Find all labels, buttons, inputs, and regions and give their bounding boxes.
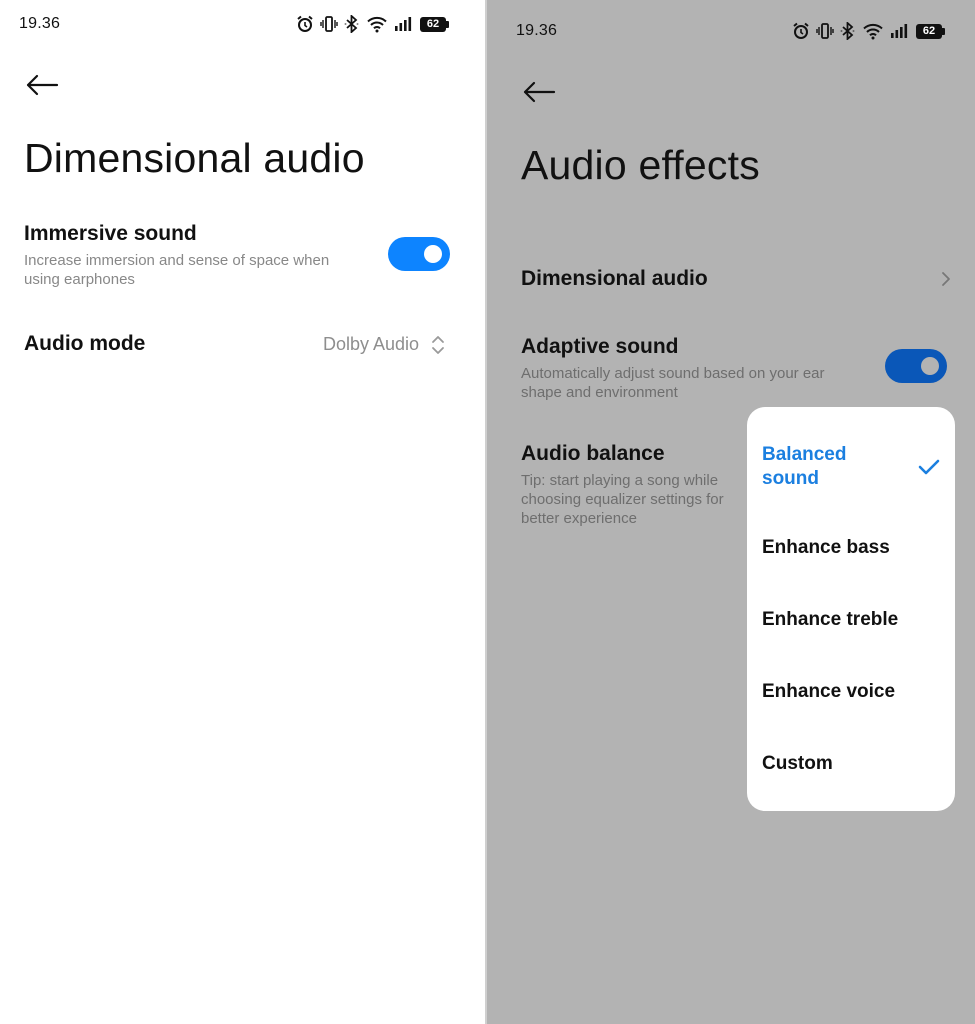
vibrate-icon xyxy=(816,22,834,40)
alarm-icon xyxy=(296,15,314,33)
dimensional-audio-title: Dimensional audio xyxy=(521,267,708,290)
audio-balance-menu: Balanced sound Enhance bass Enhance treb… xyxy=(747,407,955,811)
adaptive-sound-toggle[interactable] xyxy=(885,349,947,383)
page-title: Dimensional audio xyxy=(24,135,365,181)
immersive-sound-row: Immersive sound Increase immersion and s… xyxy=(24,222,364,289)
wifi-icon xyxy=(366,15,388,33)
status-icons: 62 xyxy=(296,15,449,33)
up-down-chevron-icon xyxy=(432,335,444,354)
adaptive-sound-title: Adaptive sound xyxy=(521,335,679,358)
status-icons: 62 xyxy=(792,22,945,40)
immersive-sound-toggle[interactable] xyxy=(388,237,450,271)
audio-mode-value: Dolby Audio xyxy=(323,334,420,354)
battery-icon: 62 xyxy=(420,16,449,32)
audio-mode-selector[interactable]: Dolby Audio xyxy=(323,332,445,357)
dimensional-audio-screen: 19.36 62 Dimensional audio Immersive sou… xyxy=(0,0,485,1024)
menu-item-custom[interactable]: Custom xyxy=(762,751,940,777)
audio-mode-title: Audio mode xyxy=(24,332,146,355)
menu-item-balanced-sound[interactable]: Balanced sound xyxy=(762,442,940,492)
signal-icon xyxy=(394,15,414,33)
back-button[interactable] xyxy=(522,77,562,107)
dimensional-audio-row[interactable]: Dimensional audio xyxy=(521,265,951,293)
status-time: 19.36 xyxy=(516,22,558,39)
immersive-sound-title: Immersive sound xyxy=(24,222,197,245)
menu-item-label: Enhance treble xyxy=(762,609,899,630)
status-bar: 19.36 62 xyxy=(0,11,485,37)
audio-balance-row[interactable]: Audio balance Tip: start playing a song … xyxy=(521,442,749,528)
audio-mode-row[interactable]: Audio mode xyxy=(24,332,145,356)
menu-item-label: Enhance bass xyxy=(762,537,890,558)
page-title: Audio effects xyxy=(521,142,760,188)
menu-item-enhance-treble[interactable]: Enhance treble xyxy=(762,607,940,633)
immersive-sound-description: Increase immersion and sense of space wh… xyxy=(24,252,330,288)
bluetooth-icon xyxy=(344,15,360,33)
bluetooth-icon xyxy=(840,22,856,40)
wifi-icon xyxy=(862,22,884,40)
back-button[interactable] xyxy=(25,70,65,100)
audio-balance-title: Audio balance xyxy=(521,442,665,465)
battery-level: 62 xyxy=(916,23,942,39)
audio-effects-screen: 19.36 62 Audio effects Dimensional audio… xyxy=(487,0,975,1024)
menu-item-label: Enhance voice xyxy=(762,681,896,702)
menu-item-enhance-voice[interactable]: Enhance voice xyxy=(762,679,940,705)
status-bar: 19.36 62 xyxy=(487,18,975,44)
signal-icon xyxy=(890,22,910,40)
adaptive-sound-description: Automatically adjust sound based on your… xyxy=(521,365,825,401)
battery-icon: 62 xyxy=(916,23,945,39)
audio-balance-description: Tip: start playing a song while choosing… xyxy=(521,472,724,527)
status-time: 19.36 xyxy=(19,15,61,32)
menu-item-label: Balanced sound xyxy=(762,444,847,489)
menu-item-label: Custom xyxy=(762,753,833,774)
alarm-icon xyxy=(792,22,810,40)
adaptive-sound-row: Adaptive sound Automatically adjust soun… xyxy=(521,335,866,402)
menu-item-enhance-bass[interactable]: Enhance bass xyxy=(762,535,940,561)
chevron-right-icon xyxy=(942,272,950,286)
checkmark-icon xyxy=(918,459,940,475)
back-arrow-icon xyxy=(523,81,556,103)
battery-level: 62 xyxy=(420,16,446,32)
vibrate-icon xyxy=(320,15,338,33)
back-arrow-icon xyxy=(26,74,59,96)
